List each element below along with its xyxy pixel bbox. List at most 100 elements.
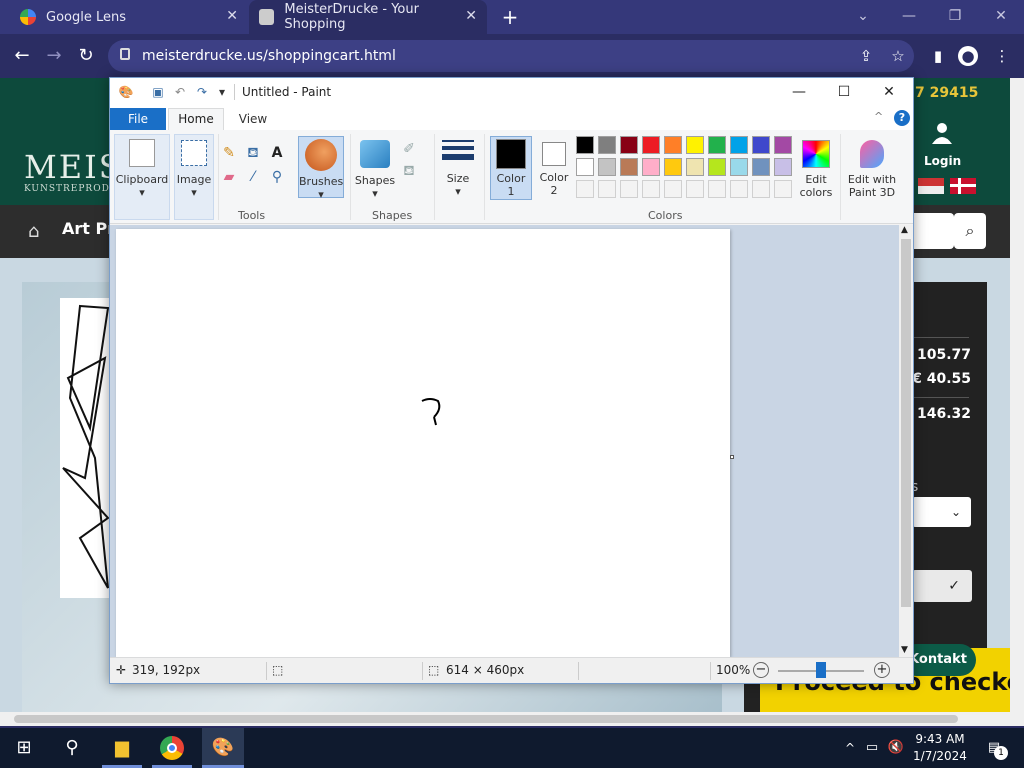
drawing-canvas[interactable] (116, 229, 730, 657)
color1-button[interactable]: Color 1 (490, 136, 532, 200)
color-swatch[interactable] (576, 136, 594, 154)
cart-item-image[interactable] (60, 298, 110, 598)
file-explorer-icon[interactable]: ▆ (108, 734, 136, 762)
brushes-button[interactable]: Brushes ▾ (298, 136, 344, 201)
shipping-country-select[interactable]: ⌄ (912, 497, 971, 527)
tab-search-icon[interactable]: ⌄ (848, 5, 878, 27)
tab-google-lens[interactable]: Google Lens ✕ (10, 0, 248, 34)
collapse-ribbon-icon[interactable]: ^ (874, 110, 883, 123)
minimize-icon[interactable]: — (894, 5, 924, 27)
outline-icon[interactable]: ✐ (400, 140, 418, 158)
tab-file[interactable]: File (110, 108, 166, 130)
color-swatch[interactable] (642, 158, 660, 176)
custom-color-slot[interactable] (774, 180, 792, 198)
search-icon[interactable]: ⌕ (954, 213, 986, 249)
scrollbar-thumb[interactable] (14, 715, 958, 723)
fill-bucket-icon[interactable]: ⛾ (244, 144, 262, 162)
color-swatch[interactable] (664, 158, 682, 176)
shapes-button[interactable]: Shapes ▾ (354, 136, 396, 200)
search-icon[interactable]: ⚲ (58, 734, 86, 762)
tab-meisterdrucke[interactable]: MeisterDrucke - Your Shopping ✕ (249, 0, 487, 34)
image-button[interactable]: Image ▾ (174, 134, 214, 220)
custom-color-slot[interactable] (686, 180, 704, 198)
eraser-icon[interactable]: ▰ (220, 168, 238, 186)
tab-home[interactable]: Home (168, 108, 224, 130)
color-swatch[interactable] (576, 158, 594, 176)
zoom-in-icon[interactable]: + (874, 662, 890, 678)
edit-with-paint3d-button[interactable]: Edit with Paint 3D (844, 136, 900, 200)
flag-icon[interactable] (918, 178, 944, 194)
scroll-down-icon[interactable]: ▼ (901, 645, 908, 655)
color-swatch[interactable] (752, 136, 770, 154)
close-icon[interactable]: ✕ (872, 81, 906, 103)
side-panel-icon[interactable]: ▮ (928, 46, 948, 66)
color-swatch[interactable] (686, 158, 704, 176)
restore-icon[interactable]: ❐ (940, 5, 970, 27)
clipboard-button[interactable]: Clipboard ▾ (114, 134, 170, 220)
voucher-apply-button[interactable]: ✓ (912, 570, 972, 602)
address-bar[interactable]: meisterdrucke.us/shoppingcart.html (108, 40, 914, 72)
shape-fill-icon[interactable]: ⛾ (400, 162, 418, 180)
canvas-vertical-scrollbar[interactable]: ▲ ▼ (899, 225, 913, 657)
page-vertical-scrollbar[interactable] (1010, 78, 1024, 726)
customize-quick-access-icon[interactable]: ▾ (214, 84, 230, 100)
user-icon[interactable] (932, 122, 952, 144)
help-icon[interactable]: ? (894, 110, 910, 126)
custom-color-slot[interactable] (708, 180, 726, 198)
paint-taskbar-icon[interactable]: 🎨 (202, 728, 244, 768)
color-swatch[interactable] (598, 136, 616, 154)
undo-icon[interactable]: ↶ (172, 84, 188, 100)
custom-color-slot[interactable] (642, 180, 660, 198)
forward-icon[interactable]: → (42, 44, 66, 68)
flag-denmark-icon[interactable] (950, 178, 976, 194)
maximize-icon[interactable]: ☐ (827, 81, 861, 103)
new-tab-button[interactable]: + (498, 5, 522, 29)
home-icon[interactable]: ⌂ (28, 221, 39, 242)
custom-color-slot[interactable] (730, 180, 748, 198)
system-clock[interactable]: 9:43 AM 1/7/2024 (912, 731, 968, 765)
canvas-resize-handle[interactable] (730, 455, 734, 459)
color-swatch[interactable] (708, 158, 726, 176)
color-swatch[interactable] (664, 136, 682, 154)
profile-avatar-icon[interactable]: ● (958, 46, 978, 66)
bookmark-star-icon[interactable]: ☆ (888, 46, 908, 66)
custom-color-slot[interactable] (664, 180, 682, 198)
share-icon[interactable]: ⇪ (856, 46, 876, 66)
scroll-up-icon[interactable]: ▲ (901, 225, 908, 235)
text-icon[interactable]: A (268, 144, 286, 162)
color-swatch[interactable] (642, 136, 660, 154)
volume-muted-icon[interactable]: 🔇 (882, 734, 910, 762)
custom-color-slot[interactable] (576, 180, 594, 198)
tab-view[interactable]: View (230, 108, 276, 130)
color-swatch[interactable] (708, 136, 726, 154)
phone-number[interactable]: 7 29415 (915, 85, 978, 101)
color-swatch[interactable] (730, 136, 748, 154)
login-link[interactable]: Login (924, 154, 961, 168)
custom-color-slot[interactable] (752, 180, 770, 198)
redo-icon[interactable]: ↷ (194, 84, 210, 100)
color-swatch[interactable] (774, 158, 792, 176)
color-swatch[interactable] (598, 158, 616, 176)
page-horizontal-scrollbar[interactable] (0, 712, 1010, 726)
magnifier-icon[interactable]: ⚲ (268, 168, 286, 186)
custom-color-slot[interactable] (598, 180, 616, 198)
zoom-out-icon[interactable]: − (753, 662, 769, 678)
reload-icon[interactable]: ↻ (74, 44, 98, 68)
custom-color-slot[interactable] (620, 180, 638, 198)
menu-kebab-icon[interactable]: ⋮ (992, 46, 1012, 66)
close-tab-icon[interactable]: ✕ (226, 8, 238, 24)
color-swatch[interactable] (752, 158, 770, 176)
color2-button[interactable]: Color 2 (534, 136, 574, 200)
back-icon[interactable]: ← (10, 44, 34, 68)
site-search-input[interactable] (912, 213, 954, 249)
save-icon[interactable]: ▣ (150, 84, 166, 100)
color-swatch[interactable] (774, 136, 792, 154)
windows-start-icon[interactable]: ⊞ (10, 734, 38, 762)
color-swatch[interactable] (620, 136, 638, 154)
color-swatch[interactable] (620, 158, 638, 176)
pencil-icon[interactable]: ✎ (220, 144, 238, 162)
minimize-icon[interactable]: — (782, 81, 816, 103)
zoom-slider-thumb[interactable] (816, 662, 826, 678)
color-picker-icon[interactable]: ⁄ (244, 168, 262, 186)
close-tab-icon[interactable]: ✕ (465, 8, 477, 24)
